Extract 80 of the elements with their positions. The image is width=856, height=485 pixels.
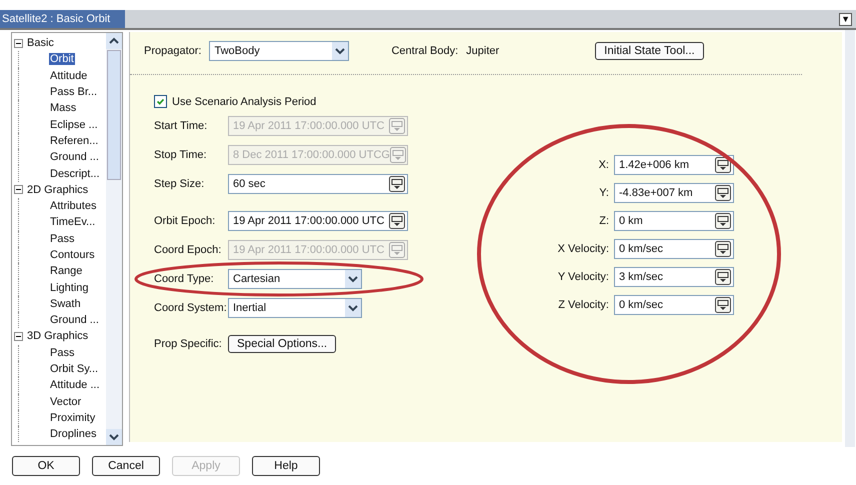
tree-item[interactable]: Vector	[49, 396, 82, 408]
collapse-icon[interactable]	[14, 38, 23, 48]
tree-item[interactable]: Eclipse ...	[49, 118, 99, 131]
unit-picker-icon[interactable]	[715, 213, 731, 229]
field-label: Y:	[598, 187, 610, 199]
field-label: X:	[598, 159, 610, 171]
input-field[interactable]: 0 km/sec	[614, 295, 734, 315]
unit-picker-icon[interactable]	[715, 157, 731, 173]
tree-item[interactable]: Descript...	[49, 168, 101, 180]
window-title: Satellite2 : Basic Orbit	[1, 13, 110, 25]
tree-item[interactable]: Mass	[49, 102, 78, 114]
dropdown[interactable]: Inertial	[228, 298, 362, 318]
field-label: Prop Specific:	[154, 338, 223, 350]
propagator-dropdown[interactable]: TwoBody	[209, 41, 350, 61]
field-label: Z:	[598, 215, 610, 227]
dropdown[interactable]: Cartesian	[228, 269, 362, 289]
tree-item[interactable]: Referen...	[49, 134, 100, 147]
scrollbar[interactable]	[845, 30, 855, 447]
special-options-button[interactable]: Special Options...	[228, 335, 336, 353]
checkbox-label: Use Scenario Analysis Period	[172, 96, 316, 108]
scroll-up-icon[interactable]	[106, 33, 122, 49]
tree-item[interactable]: TimeEv...	[49, 216, 96, 228]
unit-picker-icon[interactable]	[715, 185, 731, 201]
field-label: Coord Epoch:	[154, 244, 222, 256]
field-label: Step Size:	[154, 178, 206, 190]
dialog-button[interactable]: Help	[252, 456, 320, 476]
tree-item[interactable]: 2D Graphics	[26, 184, 90, 196]
field-label: Coord System:	[154, 302, 228, 314]
unit-picker-icon[interactable]	[715, 269, 731, 285]
collapse-icon[interactable]	[14, 332, 23, 341]
input-field[interactable]: 19 Apr 2011 17:00:00.000 UTC	[228, 211, 408, 231]
tree-item[interactable]: Swath	[49, 298, 82, 310]
input-field[interactable]: 0 km	[614, 211, 734, 231]
dialog-button[interactable]: OK	[12, 456, 80, 476]
tree-item[interactable]: Contours	[49, 249, 96, 261]
input-field[interactable]: 3 km/sec	[614, 267, 734, 287]
tree-item[interactable]: Attributes	[49, 200, 98, 212]
field-label: Central Body:	[391, 45, 458, 57]
unit-picker-icon[interactable]	[715, 297, 731, 313]
tree-item[interactable]: Proximity	[49, 412, 96, 424]
tree-item[interactable]: Lighting	[49, 282, 90, 294]
field-label: Stop Time:	[154, 149, 208, 161]
central-body-value: Jupiter	[466, 45, 500, 57]
unit-picker-icon[interactable]	[715, 241, 731, 257]
tree-item[interactable]: Attitude	[49, 70, 88, 82]
tree-item[interactable]: Range	[49, 265, 84, 278]
input-field[interactable]: 60 sec	[228, 174, 408, 194]
field-label: Y Velocity:	[556, 271, 610, 283]
tree-item[interactable]: Pass	[49, 346, 76, 359]
tree-item[interactable]: 3D Graphics	[26, 330, 90, 342]
tree-item[interactable]: Ground ...	[49, 151, 100, 164]
collapse-icon[interactable]	[14, 185, 23, 194]
input-field[interactable]: 1.42e+006 km	[614, 155, 734, 175]
tree-item[interactable]: Pass	[49, 232, 76, 245]
check-icon	[155, 96, 166, 107]
field-label: Start Time:	[154, 120, 208, 132]
unit-picker-icon[interactable]	[389, 176, 405, 192]
tree-item[interactable]: Attitude ...	[49, 379, 101, 392]
dialog-button[interactable]: Cancel	[92, 456, 160, 476]
input-field[interactable]: 0 km/sec	[614, 239, 734, 259]
tree-item[interactable]: Droplines	[49, 428, 98, 440]
input-field[interactable]: -4.83e+007 km	[614, 183, 734, 203]
scrollbar[interactable]	[106, 33, 122, 445]
checkbox[interactable]	[154, 95, 167, 108]
field-label: Coord Type:	[154, 273, 215, 285]
scroll-down-icon[interactable]	[106, 429, 122, 445]
field-label: Orbit Epoch:	[154, 215, 216, 227]
caret-icon	[345, 299, 361, 317]
caret-icon	[345, 270, 361, 288]
field-label: X Velocity:	[556, 243, 610, 255]
field-label: Z Velocity:	[557, 299, 610, 311]
tree-item[interactable]: Pass Br...	[49, 86, 98, 98]
field-label: Propagator:	[144, 45, 202, 57]
caret-icon	[332, 42, 348, 60]
unit-picker-icon[interactable]	[389, 213, 405, 229]
tree-item[interactable]: Basic	[26, 37, 55, 50]
initial-state-tool-button[interactable]: Initial State Tool...	[595, 42, 704, 60]
tree-item[interactable]: Orbit Sy...	[49, 363, 100, 376]
tree-item[interactable]: Orbit	[49, 53, 75, 66]
tree-item[interactable]: Ground ...	[49, 314, 100, 326]
